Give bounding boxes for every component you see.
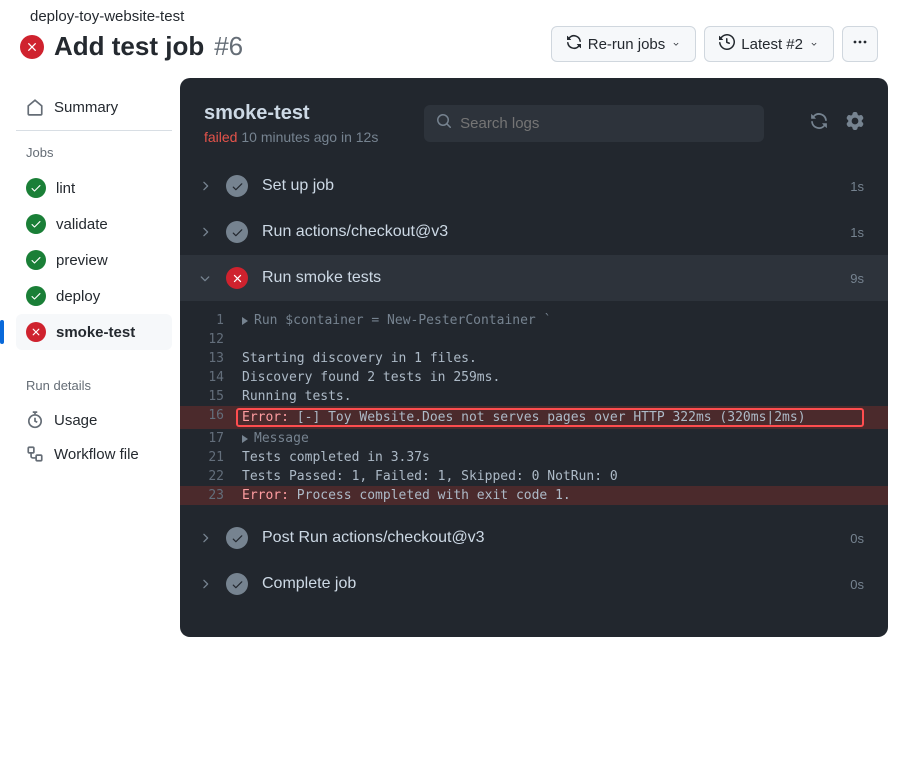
- caret-down-icon: [809, 36, 819, 53]
- sidebar-job-deploy[interactable]: deploy: [16, 278, 172, 314]
- x-circle-icon: [20, 35, 44, 59]
- more-actions-button[interactable]: [842, 26, 878, 62]
- log-line: 15Running tests.: [180, 387, 888, 406]
- step-row[interactable]: Set up job 1s: [180, 163, 888, 209]
- log-panel: smoke-test failed 10 minutes ago in 12s …: [180, 78, 888, 637]
- log-line: 12: [180, 330, 888, 349]
- sidebar-job-label: smoke-test: [56, 324, 135, 341]
- page-header: deploy-toy-website-test Add test job #6 …: [0, 0, 898, 78]
- sidebar-details-heading: Run details: [16, 374, 172, 403]
- log-subtitle: failed 10 minutes ago in 12s: [204, 129, 378, 145]
- sidebar: Summary Jobs lint validate preview deploy sm…: [0, 78, 180, 647]
- breadcrumb[interactable]: deploy-toy-website-test: [20, 8, 243, 25]
- caret-right-icon: [242, 435, 248, 443]
- caret-down-icon: [671, 36, 681, 53]
- step-label: Complete job: [262, 575, 836, 593]
- log-line: 22Tests Passed: 1, Failed: 1, Skipped: 0…: [180, 467, 888, 486]
- chevron-down-icon: [198, 271, 212, 285]
- header-actions: Re-run jobs Latest #2: [551, 26, 878, 62]
- check-circle-icon: [226, 175, 248, 197]
- sidebar-jobs-heading: Jobs: [16, 141, 172, 170]
- step-label: Run actions/checkout@v3: [262, 223, 836, 241]
- log-search[interactable]: [424, 105, 764, 142]
- step-row[interactable]: Run actions/checkout@v3 1s: [180, 209, 888, 255]
- workflow-icon: [26, 445, 44, 463]
- x-circle-icon: [226, 267, 248, 289]
- divider: [16, 130, 172, 131]
- log-line: 17Message: [180, 429, 888, 448]
- step-duration: 9s: [850, 271, 864, 286]
- rerun-jobs-button[interactable]: Re-run jobs: [551, 26, 697, 62]
- check-circle-icon: [26, 286, 46, 306]
- log-search-input[interactable]: [460, 115, 752, 132]
- home-icon: [26, 98, 44, 116]
- check-circle-icon: [26, 214, 46, 234]
- step-row[interactable]: Complete job 0s: [180, 561, 888, 607]
- check-circle-icon: [26, 178, 46, 198]
- log-title: smoke-test: [204, 102, 378, 125]
- page-title-number: #6: [214, 31, 243, 62]
- stopwatch-icon: [26, 411, 44, 429]
- sidebar-job-label: lint: [56, 180, 75, 197]
- step-label: Post Run actions/checkout@v3: [262, 529, 836, 547]
- sidebar-job-preview[interactable]: preview: [16, 242, 172, 278]
- page-title: Add test job: [54, 31, 204, 62]
- chevron-right-icon: [198, 577, 212, 591]
- log-line: 16Error: [-] Toy Website.Does not serves…: [180, 406, 888, 429]
- check-circle-icon: [26, 250, 46, 270]
- caret-right-icon: [242, 317, 248, 325]
- step-label: Set up job: [262, 177, 836, 195]
- sidebar-job-lint[interactable]: lint: [16, 170, 172, 206]
- log-line: 14Discovery found 2 tests in 259ms.: [180, 368, 888, 387]
- history-icon: [719, 34, 735, 54]
- sidebar-job-validate[interactable]: validate: [16, 206, 172, 242]
- gear-icon[interactable]: [846, 112, 864, 135]
- search-icon: [436, 113, 452, 134]
- check-circle-icon: [226, 221, 248, 243]
- sync-icon: [566, 34, 582, 54]
- chevron-right-icon: [198, 531, 212, 545]
- log-line: 23Error: Process completed with exit cod…: [180, 486, 888, 505]
- sidebar-usage[interactable]: Usage: [16, 403, 172, 437]
- step-row[interactable]: Run smoke tests 9s: [180, 255, 888, 301]
- sidebar-job-label: preview: [56, 252, 108, 269]
- x-circle-icon: [26, 322, 46, 342]
- chevron-right-icon: [198, 225, 212, 239]
- step-duration: 1s: [850, 179, 864, 194]
- step-label: Run smoke tests: [262, 269, 836, 287]
- sidebar-workflow-file[interactable]: Workflow file: [16, 437, 172, 471]
- sidebar-job-label: validate: [56, 216, 108, 233]
- refresh-icon[interactable]: [810, 112, 828, 135]
- log-lines: 1Run $container = New-PesterContainer `1…: [180, 301, 888, 515]
- sidebar-job-label: deploy: [56, 288, 100, 305]
- step-duration: 1s: [850, 225, 864, 240]
- log-line: 21Tests completed in 3.37s: [180, 448, 888, 467]
- chevron-right-icon: [198, 179, 212, 193]
- kebab-icon: [852, 34, 868, 54]
- step-duration: 0s: [850, 577, 864, 592]
- log-line: 1Run $container = New-PesterContainer `: [180, 311, 888, 330]
- sidebar-summary[interactable]: Summary: [16, 90, 172, 124]
- breadcrumb-parent: deploy-toy-website-test: [30, 8, 184, 25]
- log-line: 13Starting discovery in 1 files.: [180, 349, 888, 368]
- latest-run-button[interactable]: Latest #2: [704, 26, 834, 62]
- check-circle-icon: [226, 573, 248, 595]
- check-circle-icon: [226, 527, 248, 549]
- sidebar-job-smoke-test[interactable]: smoke-test: [16, 314, 172, 350]
- page-title-row: Add test job #6: [20, 31, 243, 62]
- step-duration: 0s: [850, 531, 864, 546]
- step-row[interactable]: Post Run actions/checkout@v3 0s: [180, 515, 888, 561]
